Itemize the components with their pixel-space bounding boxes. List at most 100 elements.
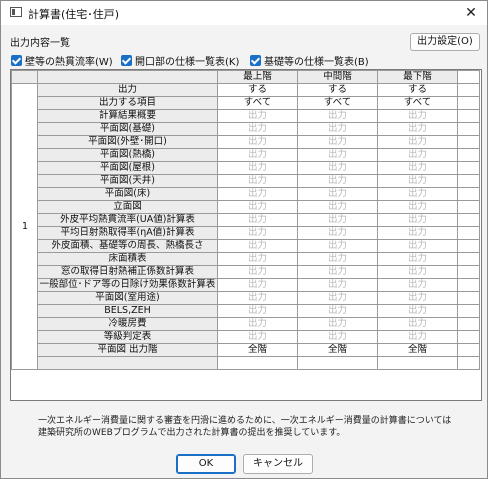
table-cell[interactable]: 出力 [297, 330, 378, 344]
checkbox-checked-icon[interactable] [11, 54, 22, 66]
output-settings-button[interactable]: 出力設定(O) [410, 33, 480, 51]
table-row[interactable]: 平面図 出力階 全階 全階 全階 [12, 343, 480, 357]
table-cell[interactable]: 出力 [297, 239, 378, 253]
empty-cell [457, 291, 480, 305]
table-cell[interactable]: 出力 [297, 265, 378, 279]
table-row[interactable]: 平面図(外壁･開口) 出力 出力 出力 [12, 135, 480, 149]
table-cell[interactable]: 出力 [377, 278, 458, 292]
table-row[interactable]: 平面図(天井) 出力 出力 出力 [12, 174, 480, 188]
table-row[interactable]: 平面図(熱橋) 出力 出力 出力 [12, 148, 480, 162]
table-cell[interactable]: 全階 [297, 343, 378, 357]
table-cell[interactable]: 出力 [377, 317, 458, 331]
table-cell[interactable]: 出力 [297, 148, 378, 162]
checkbox-opening-spec[interactable]: 開口部の仕様一覧表(K) [121, 53, 239, 68]
table-cell[interactable]: 出力 [297, 252, 378, 266]
table-cell[interactable]: 出力 [297, 187, 378, 201]
table-cell[interactable]: 出力 [297, 174, 378, 188]
table-cell[interactable]: 出力 [217, 148, 298, 162]
table-cell[interactable]: 出力 [377, 161, 458, 175]
table-cell[interactable]: 出力 [377, 291, 458, 305]
table-cell[interactable]: する [377, 83, 458, 97]
table-cell[interactable]: する [297, 83, 378, 97]
table-cell[interactable]: 出力 [217, 122, 298, 136]
table-cell[interactable]: 出力 [217, 135, 298, 149]
table-row[interactable]: 1 出力 する する する [11, 83, 480, 370]
table-cell[interactable]: 出力 [297, 161, 378, 175]
table-cell[interactable]: 出力 [217, 265, 298, 279]
table-cell[interactable]: 出力 [377, 174, 458, 188]
table-cell[interactable]: 出力 [217, 304, 298, 318]
table-cell[interactable]: 出力 [217, 187, 298, 201]
table-cell[interactable]: 全階 [217, 343, 298, 357]
table-row[interactable]: 平面図(室用途) 出力 出力 出力 [12, 291, 480, 305]
table-row[interactable]: 平面図(床) 出力 出力 出力 [12, 187, 480, 201]
checkbox-wall-u-value[interactable]: 壁等の熱貫流率(W) [11, 53, 113, 68]
table-cell[interactable]: 出力 [297, 109, 378, 123]
table-cell[interactable]: 出力 [377, 200, 458, 214]
table-cell[interactable]: すべて [297, 96, 378, 110]
table-row[interactable]: 平面図(基礎) 出力 出力 出力 [12, 122, 480, 136]
checkbox-checked-icon[interactable] [121, 54, 132, 66]
table-row[interactable]: 計算結果概要 出力 出力 出力 [12, 109, 480, 123]
column-header: 最下階 [377, 70, 458, 84]
checkbox-foundation-spec[interactable]: 基礎等の仕様一覧表(B) [250, 53, 369, 68]
table-cell[interactable]: 出力 [377, 265, 458, 279]
table-cell[interactable]: 出力 [377, 252, 458, 266]
table-cell[interactable]: 出力 [217, 226, 298, 240]
table-cell[interactable]: 出力 [297, 213, 378, 227]
table-cell[interactable]: 出力 [377, 213, 458, 227]
table-cell[interactable]: 出力 [217, 291, 298, 305]
table-cell[interactable]: 出力 [217, 252, 298, 266]
table-cell[interactable]: 出力 [297, 291, 378, 305]
table-cell[interactable]: 出力 [297, 200, 378, 214]
table-row[interactable]: 冷暖房費 出力 出力 出力 [12, 317, 480, 331]
table-cell[interactable]: 出力 [377, 187, 458, 201]
table-cell[interactable]: 出力 [377, 135, 458, 149]
output-grid[interactable]: 最上階 中間階 最下階 1 出力 する する する 出力する項目 すべて すべて すべて 計算結果概要出… [10, 69, 482, 401]
table-cell[interactable]: 出力 [217, 317, 298, 331]
table-cell[interactable]: 出力 [377, 122, 458, 136]
table-row[interactable]: 平面図(屋根) 出力 出力 出力 [12, 161, 480, 175]
table-cell[interactable]: 出力 [217, 200, 298, 214]
table-cell[interactable]: 出力 [297, 317, 378, 331]
ok-button[interactable]: OK [176, 454, 236, 474]
table-cell[interactable]: 出力 [377, 304, 458, 318]
table-cell[interactable]: 出力 [217, 109, 298, 123]
table-row[interactable]: 一般部位･ドア等の日除け効果係数計算表 出力 出力 出力 [12, 278, 480, 292]
table-cell[interactable]: する [217, 83, 298, 97]
table-cell[interactable]: 出力 [377, 330, 458, 344]
table-cell[interactable]: 出力 [217, 330, 298, 344]
cancel-button[interactable]: キャンセル [243, 454, 313, 474]
table-cell[interactable]: 出力 [297, 122, 378, 136]
table-cell[interactable]: すべて [377, 96, 458, 110]
table-row[interactable]: 立面図 出力 出力 出力 [12, 200, 480, 214]
table-cell[interactable]: 出力 [377, 148, 458, 162]
checkbox-label: 基礎等の仕様一覧表(B) [264, 56, 369, 68]
table-row[interactable]: 外皮面積、基礎等の周長、熱橋長さ 出力 出力 出力 [12, 239, 480, 253]
table-cell[interactable]: 出力 [217, 174, 298, 188]
table-row[interactable]: 外皮平均熱貫流率(UA値)計算表 出力 出力 出力 [12, 213, 480, 227]
table-cell[interactable]: 出力 [377, 109, 458, 123]
table-cell[interactable]: 出力 [297, 278, 378, 292]
table-row[interactable]: 床面積表 出力 出力 出力 [12, 252, 480, 266]
table-cell[interactable]: 出力 [297, 304, 378, 318]
row-label: 窓の取得日射熱補正係数計算表 [37, 265, 218, 279]
table-cell[interactable]: 出力 [297, 135, 378, 149]
table-row[interactable]: 等級判定表 出力 出力 出力 [12, 330, 480, 344]
table-cell[interactable]: 全階 [377, 343, 458, 357]
checkbox-checked-icon[interactable] [250, 54, 261, 66]
table-row[interactable]: BELS,ZEH 出力 出力 出力 [12, 304, 480, 318]
table-row[interactable]: 平均日射熱取得率(ηA値)計算表 出力 出力 出力 [12, 226, 480, 240]
table-cell[interactable]: 出力 [377, 226, 458, 240]
table-row[interactable]: 窓の取得日射熱補正係数計算表 出力 出力 出力 [12, 265, 480, 279]
close-icon[interactable]: ✕ [459, 3, 483, 23]
blank-row [12, 356, 480, 370]
table-cell[interactable]: 出力 [377, 239, 458, 253]
table-cell[interactable]: 出力 [217, 161, 298, 175]
table-cell[interactable]: 出力 [217, 278, 298, 292]
table-cell[interactable]: 出力 [297, 226, 378, 240]
table-cell[interactable]: すべて [217, 96, 298, 110]
table-row[interactable]: 出力する項目 すべて すべて すべて [12, 96, 480, 110]
table-cell[interactable]: 出力 [217, 239, 298, 253]
table-cell[interactable]: 出力 [217, 213, 298, 227]
